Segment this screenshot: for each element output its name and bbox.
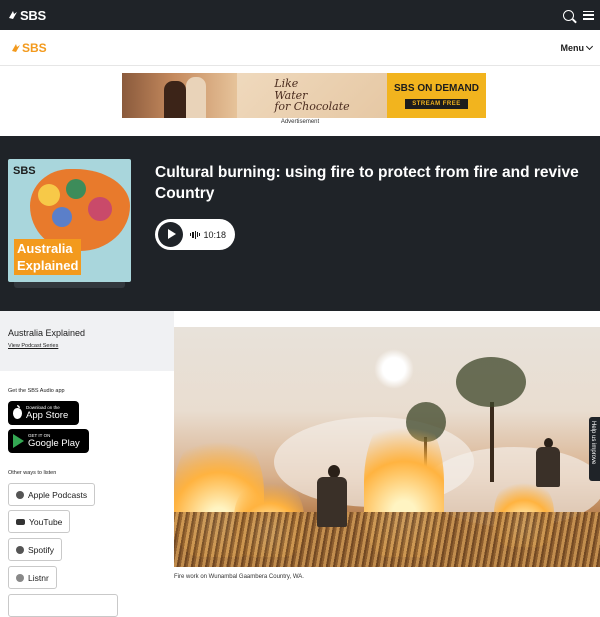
chevron-down-icon: [585, 42, 594, 50]
sbs-audio-logo-text: SBS: [22, 40, 47, 55]
google-play-icon: [13, 434, 24, 448]
cover-title: Australia Explained: [14, 239, 82, 275]
app-store-big-text: App Store: [26, 410, 69, 421]
other-ways-label: Other ways to listen: [8, 470, 57, 476]
feedback-tab[interactable]: Help us improve: [589, 417, 600, 481]
waveform-icon: [190, 230, 201, 239]
listnr-icon: [16, 573, 24, 582]
google-play-button[interactable]: GET IT ON Google Play: [8, 429, 89, 453]
cover-title-line: Explained: [17, 258, 79, 273]
sun: [374, 349, 414, 389]
ad-brand: SBS ON DEMAND: [393, 82, 479, 94]
episode-title: Cultural burning: using fire to protect …: [155, 164, 579, 202]
grass: [174, 512, 600, 567]
ad-script-line: Like: [274, 77, 299, 91]
cover-shadow: [14, 282, 125, 288]
ad-stream-button[interactable]: STREAM FREE: [405, 98, 468, 109]
listnr-button[interactable]: Listnr: [8, 566, 57, 589]
listen-option-label: Apple Podcasts: [28, 489, 88, 500]
photo-caption: Fire work on Wunambal Gaambera Country, …: [174, 574, 304, 580]
series-name: Australia Explained: [8, 328, 86, 338]
hamburger-icon[interactable]: [583, 10, 594, 20]
ad-script-line: for Chocolate: [274, 100, 350, 114]
sbs-logo-text: SBS: [20, 7, 46, 23]
listen-option-label: Spotify: [28, 544, 54, 555]
cover-title-line: Australia: [17, 241, 73, 256]
sbs-wing-icon: [12, 43, 20, 52]
google-big-text: Google Play: [28, 438, 80, 449]
sidebar: Australia Explained View Podcast Series …: [0, 311, 174, 617]
ad-photo: [122, 73, 237, 118]
apple-icon: [13, 404, 22, 419]
episode-photo: [174, 327, 600, 567]
youtube-button[interactable]: YouTube: [8, 510, 71, 533]
ad-label: Advertisement: [280, 119, 320, 125]
listen-option-label: YouTube: [29, 516, 63, 527]
get-app-label: Get the SBS Audio app: [8, 388, 65, 394]
ad-cta-panel: SBS ON DEMAND STREAM FREE: [387, 73, 486, 118]
view-series-link[interactable]: View Podcast Series: [8, 343, 166, 349]
sbs-audio-logo[interactable]: SBS: [11, 41, 47, 55]
youtube-icon: [16, 518, 25, 525]
feedback-tab-label: Help us improve: [590, 421, 596, 465]
podcasts-icon: [16, 490, 24, 499]
sbs-logo[interactable]: SBS: [8, 8, 46, 23]
podcast-cover[interactable]: SBS Australia Explained: [8, 159, 131, 282]
spotify-icon: [16, 545, 24, 554]
ad-area: Like Water for Chocolate SBS ON DEMAND S…: [0, 66, 600, 136]
person: [536, 447, 560, 487]
spotify-button[interactable]: Spotify: [8, 538, 62, 561]
play-button[interactable]: 10:18: [155, 219, 235, 250]
episode-duration: 10:18: [203, 229, 227, 240]
person: [317, 477, 347, 527]
cover-logo: SBS: [13, 165, 36, 177]
app-store-button[interactable]: Download on the App Store: [8, 401, 79, 425]
menu-button[interactable]: Menu: [560, 42, 594, 53]
menu-label: Menu: [560, 42, 585, 53]
series-box: Australia Explained View Podcast Series: [0, 311, 174, 371]
ad-banner[interactable]: Like Water for Chocolate SBS ON DEMAND S…: [122, 73, 486, 118]
episode-hero: SBS Australia Explained Cultural burning…: [0, 136, 600, 311]
search-icon[interactable]: [563, 9, 574, 21]
apple-podcasts-button[interactable]: Apple Podcasts: [8, 483, 96, 506]
audio-nav-bar: SBS Menu: [0, 30, 600, 66]
sbs-wing-icon: [9, 11, 17, 19]
ad-title: Like Water for Chocolate: [237, 73, 387, 118]
more-listen-button[interactable]: [8, 594, 118, 617]
top-bar: SBS: [0, 0, 600, 30]
listen-option-label: Listnr: [28, 572, 49, 583]
play-icon: [158, 222, 183, 247]
